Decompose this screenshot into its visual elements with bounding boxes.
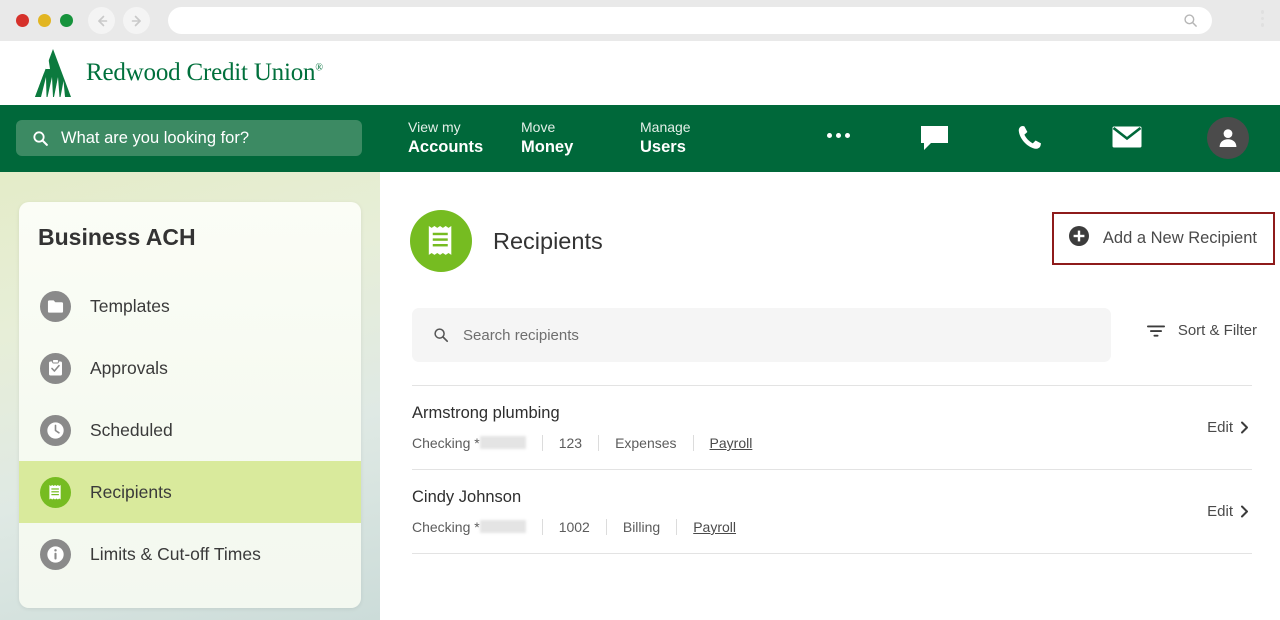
add-new-recipient-label: Add a New Recipient — [1102, 229, 1257, 247]
ellipsis-icon[interactable] — [827, 133, 850, 138]
receipt-icon — [410, 210, 472, 272]
global-search-input[interactable]: What are you looking for? — [16, 120, 362, 156]
recipient-name: Armstrong plumbing — [412, 404, 560, 422]
redacted-account-number — [479, 520, 526, 533]
brand-name: Redwood Credit Union® — [86, 59, 323, 87]
window-traffic-lights — [16, 14, 73, 27]
nav-item-line1: View my — [408, 119, 461, 135]
brand-logo[interactable]: Redwood Credit Union® — [32, 47, 323, 99]
phone-icon[interactable] — [1017, 124, 1043, 156]
sidebar-title: Business ACH — [38, 224, 196, 250]
search-icon — [434, 328, 449, 343]
redwood-tree-logo-icon — [35, 49, 71, 97]
sidebar-item-recipients[interactable]: Recipients — [19, 461, 361, 523]
filter-icon — [1146, 325, 1165, 337]
brand-name-text: Redwood Credit Union — [86, 59, 316, 86]
recipient-meta: Checking * 123 Expenses Payroll — [412, 435, 1207, 451]
search-icon — [33, 130, 48, 146]
sidebar-item-scheduled[interactable]: Scheduled — [19, 399, 361, 461]
add-new-recipient-button[interactable]: Add a New Recipient — [1051, 212, 1275, 265]
back-button[interactable] — [88, 7, 115, 34]
business-ach-sidebar: Business ACH Templates Approvals Schedul… — [19, 202, 361, 608]
sidebar-item-approvals[interactable]: Approvals — [19, 337, 361, 399]
sidebar-item-label: Approvals — [90, 357, 168, 378]
sort-and-filter-label: Sort & Filter — [1177, 322, 1257, 339]
sort-and-filter-button[interactable]: Sort & Filter — [1146, 322, 1257, 339]
envelope-icon[interactable] — [1111, 124, 1143, 155]
sidebar-item-templates[interactable]: Templates — [19, 275, 361, 337]
nav-item-manage-users[interactable]: Manage Users — [640, 118, 740, 158]
sidebar-item-label: Templates — [90, 295, 170, 316]
browser-chrome — [0, 0, 1280, 41]
recipient-number: 1002 — [541, 519, 606, 535]
sidebar-item-label: Limits & Cut-off Times — [90, 543, 261, 564]
chevron-right-icon — [1241, 505, 1248, 518]
minimize-window-button[interactable] — [38, 14, 51, 27]
recipient-category: Billing — [605, 519, 676, 535]
chevron-right-icon — [1241, 421, 1248, 434]
sidebar-item-label: Recipients — [90, 481, 172, 502]
redacted-account-number — [479, 436, 526, 449]
info-icon — [40, 538, 71, 570]
nav-item-view-my-accounts[interactable]: View my Accounts — [408, 118, 521, 158]
brand-header: Redwood Credit Union® — [0, 41, 1280, 105]
recipient-account: Checking * — [412, 519, 542, 535]
table-row-partial[interactable] — [412, 554, 1252, 578]
table-row[interactable]: Armstrong plumbing Checking * 123 Expens… — [412, 386, 1252, 469]
clipboard-check-icon — [40, 352, 71, 384]
back-arrow-icon — [97, 15, 107, 26]
browser-nav-arrows — [88, 7, 150, 34]
nav-item-line2: Accounts — [408, 138, 484, 156]
close-window-button[interactable] — [16, 14, 29, 27]
nav-links: View my Accounts Move Money Manage Users — [408, 118, 740, 158]
recipient-tag-link[interactable]: Payroll — [676, 519, 752, 535]
page-header: Recipients — [410, 210, 603, 272]
nav-item-line1: Move — [521, 119, 556, 135]
search-recipients-placeholder: Search recipients — [463, 326, 579, 344]
recipient-account: Checking * — [412, 435, 542, 451]
chat-bubble-icon[interactable] — [919, 124, 950, 156]
search-icon — [1183, 13, 1198, 33]
nav-item-move-money[interactable]: Move Money — [521, 118, 640, 158]
clock-icon — [40, 414, 71, 446]
nav-item-line2: Money — [521, 138, 574, 156]
receipt-icon — [40, 476, 71, 508]
edit-label: Edit — [1207, 503, 1233, 520]
edit-label: Edit — [1207, 419, 1233, 436]
url-input[interactable] — [168, 7, 1212, 34]
forward-button[interactable] — [123, 7, 150, 34]
maximize-window-button[interactable] — [60, 14, 73, 27]
recipient-meta: Checking * 1002 Billing Payroll — [412, 519, 1207, 535]
sidebar-menu: Templates Approvals Scheduled Recipients… — [19, 275, 361, 585]
recipient-account-type: Checking * — [412, 519, 480, 535]
main-content: Recipients Add a New Recipient Search re… — [380, 172, 1280, 620]
edit-recipient-button[interactable]: Edit — [1207, 419, 1252, 436]
sidebar-item-label: Scheduled — [90, 419, 173, 440]
edit-recipient-button[interactable]: Edit — [1207, 503, 1252, 520]
user-avatar-icon[interactable] — [1207, 117, 1249, 159]
sidebar-item-limits-cutoff-times[interactable]: Limits & Cut-off Times — [19, 523, 361, 585]
recipient-number: 123 — [541, 435, 598, 451]
forward-arrow-icon — [131, 15, 141, 26]
nav-item-line1: Manage — [640, 119, 691, 135]
recipient-details: Cindy Johnson Checking * 1002 Billing Pa… — [412, 488, 1207, 535]
table-row[interactable]: Cindy Johnson Checking * 1002 Billing Pa… — [412, 470, 1252, 553]
nav-item-line2: Users — [640, 138, 686, 156]
plus-circle-icon — [1068, 225, 1090, 252]
recipient-account-type: Checking * — [412, 435, 480, 451]
recipient-category: Expenses — [598, 435, 692, 451]
brand-trademark: ® — [315, 62, 323, 74]
recipient-details: Armstrong plumbing Checking * 123 Expens… — [412, 404, 1207, 451]
recipients-list: Armstrong plumbing Checking * 123 Expens… — [412, 385, 1252, 578]
search-recipients-input[interactable]: Search recipients — [412, 308, 1111, 362]
global-search-placeholder: What are you looking for? — [61, 128, 250, 147]
recipient-name: Cindy Johnson — [412, 488, 522, 506]
folder-icon — [40, 290, 71, 322]
kebab-menu-icon[interactable] — [1260, 10, 1264, 27]
recipient-tag-link[interactable]: Payroll — [692, 435, 769, 451]
page-title: Recipients — [493, 227, 603, 254]
